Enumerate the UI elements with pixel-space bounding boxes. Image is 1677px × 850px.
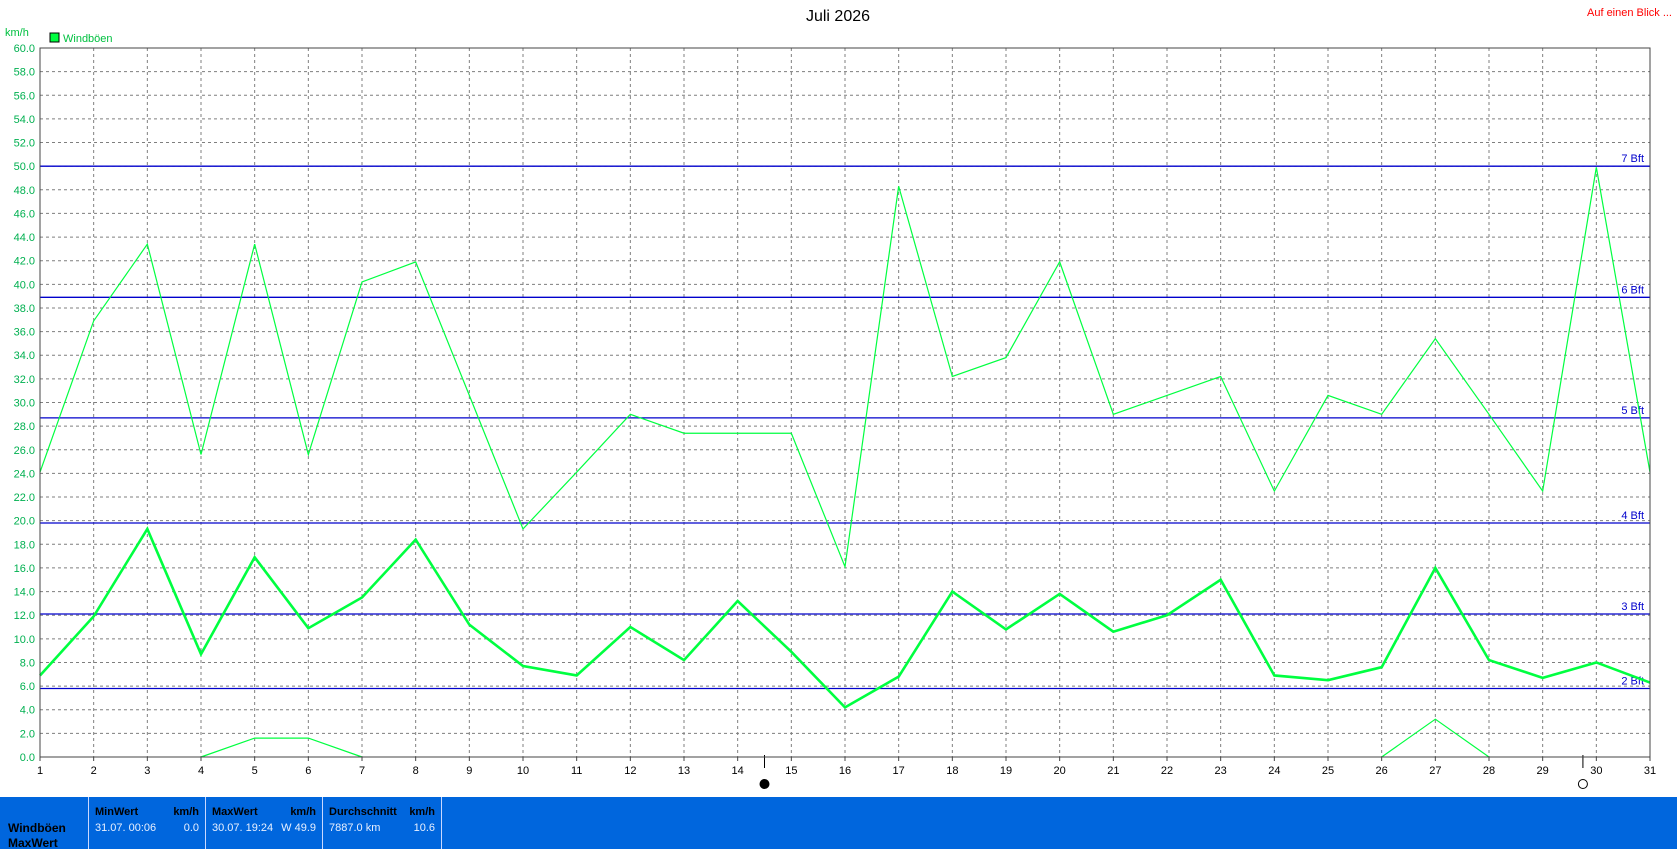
y-tick-label: 56.0 <box>14 90 35 102</box>
x-tick-label: 7 <box>359 765 365 777</box>
bft-label: 4 Bft <box>1621 510 1644 522</box>
y-axis-unit: km/h <box>5 27 29 39</box>
y-tick-label: 10.0 <box>14 634 35 646</box>
min-time: 31.07. 00:06 <box>95 822 157 834</box>
min-panel: MinWert km/h 31.07. 00:06 0.0 <box>88 797 205 849</box>
x-tick-label: 16 <box>839 765 851 777</box>
grid <box>40 48 1650 757</box>
y-tick-label: 20.0 <box>14 516 35 528</box>
x-tick-label: 10 <box>517 765 529 777</box>
x-tick-label: 21 <box>1107 765 1119 777</box>
y-tick-label: 0.0 <box>20 752 35 764</box>
x-tick-label: 2 <box>91 765 97 777</box>
x-axis-ticks: 1 2 3 4 5 6 7 8 9 10 11 12 13 14 15 16 17 18 19 20 21 22 23 24 2… <box>37 757 1656 777</box>
y-tick-label: 54.0 <box>14 114 35 126</box>
x-tick-label: 30 <box>1590 765 1602 777</box>
min-value: 0.0 <box>183 822 199 834</box>
x-tick-label: 18 <box>946 765 958 777</box>
y-tick-label: 16.0 <box>14 563 35 575</box>
x-tick-label: 29 <box>1537 765 1549 777</box>
y-tick-label: 48.0 <box>14 185 35 197</box>
y-tick-label: 4.0 <box>20 705 35 717</box>
y-tick-label: 18.0 <box>14 539 35 551</box>
y-tick-label: 12.0 <box>14 610 35 622</box>
y-tick-label: 8.0 <box>20 657 35 669</box>
y-tick-label: 46.0 <box>14 208 35 220</box>
min-header: MinWert <box>95 806 139 818</box>
y-tick-label: 2.0 <box>20 728 35 740</box>
x-tick-label: 12 <box>624 765 636 777</box>
y-tick-label: 38.0 <box>14 303 35 315</box>
y-tick-label: 50.0 <box>14 161 35 173</box>
x-tick-label: 9 <box>466 765 472 777</box>
x-tick-label: 28 <box>1483 765 1495 777</box>
x-tick-label: 26 <box>1376 765 1388 777</box>
x-tick-label: 22 <box>1161 765 1173 777</box>
y-tick-label: 14.0 <box>14 587 35 599</box>
y-tick-label: 32.0 <box>14 374 35 386</box>
y-tick-label: 34.0 <box>14 350 35 362</box>
x-tick-label: 5 <box>252 765 258 777</box>
y-tick-label: 24.0 <box>14 468 35 480</box>
max-header: MaxWert <box>212 806 258 818</box>
x-tick-label: 14 <box>732 765 744 777</box>
bft-label: 5 Bft <box>1621 405 1644 417</box>
y-tick-label: 30.0 <box>14 398 35 410</box>
stats-row-label-1: Windböen <box>8 821 66 835</box>
y-tick-label: 58.0 <box>14 67 35 79</box>
legend-label: Windböen <box>63 33 113 45</box>
x-tick-label: 27 <box>1429 765 1441 777</box>
x-tick-label: 8 <box>413 765 419 777</box>
y-tick-label: 42.0 <box>14 256 35 268</box>
min-unit: km/h <box>173 806 199 818</box>
statistics-bar: Windböen MaxWert MinWert km/h 31.07. 00:… <box>0 797 1677 850</box>
y-tick-label: 26.0 <box>14 445 35 457</box>
new-moon-icon <box>759 779 770 789</box>
moon-markers <box>759 755 1588 789</box>
series-min-line <box>200 737 363 758</box>
x-tick-label: 23 <box>1215 765 1227 777</box>
y-axis-ticks: 0.0 2.0 4.0 6.0 8.0 10.0 12.0 14.0 16.0 18.0 20.0 2… <box>14 43 35 764</box>
x-tick-label: 19 <box>1000 765 1012 777</box>
avg-value: 10.6 <box>413 822 435 834</box>
overview-link[interactable]: Auf einen Blick ... <box>1587 7 1672 19</box>
y-tick-label: 40.0 <box>14 279 35 291</box>
y-tick-label: 44.0 <box>14 232 35 244</box>
avg-unit: km/h <box>409 806 435 818</box>
chart-title: Juli 2026 <box>806 8 870 25</box>
x-tick-label: 31 <box>1644 765 1656 777</box>
avg-distance: 7887.0 km <box>329 822 381 834</box>
full-moon-icon <box>1577 779 1588 789</box>
stats-row-label-2: MaxWert <box>8 836 58 850</box>
y-tick-label: 36.0 <box>14 327 35 339</box>
x-tick-label: 25 <box>1322 765 1334 777</box>
avg-header: Durchschnitt <box>329 806 397 818</box>
x-tick-label: 4 <box>198 765 204 777</box>
bft-label: 6 Bft <box>1621 284 1644 296</box>
y-tick-label: 52.0 <box>14 138 35 150</box>
bft-label: 7 Bft <box>1621 153 1644 165</box>
bft-label: 3 Bft <box>1621 601 1644 613</box>
x-tick-label: 6 <box>305 765 311 777</box>
x-tick-label: 17 <box>893 765 905 777</box>
x-tick-label: 20 <box>1054 765 1066 777</box>
x-tick-label: 11 <box>571 765 582 777</box>
x-tick-label: 13 <box>678 765 690 777</box>
wind-gust-chart: Juli 2026 Auf einen Blick ... km/h Windb… <box>5 7 1672 789</box>
y-tick-label: 60.0 <box>14 43 35 55</box>
y-tick-label: 22.0 <box>14 492 35 504</box>
y-tick-label: 6.0 <box>20 681 35 693</box>
max-value: W 49.9 <box>281 822 316 834</box>
legend: Windböen <box>49 32 113 45</box>
x-tick-label: 24 <box>1268 765 1280 777</box>
y-tick-label: 28.0 <box>14 421 35 433</box>
avg-panel: Durchschnitt km/h 7887.0 km 10.6 <box>322 797 442 849</box>
legend-swatch <box>49 32 60 43</box>
max-unit: km/h <box>290 806 316 818</box>
x-tick-label: 15 <box>785 765 797 777</box>
max-panel: MaxWert km/h 30.07. 19:24 W 49.9 <box>205 797 322 849</box>
x-tick-label: 1 <box>37 765 43 777</box>
x-tick-label: 3 <box>144 765 150 777</box>
max-time: 30.07. 19:24 <box>212 822 274 834</box>
